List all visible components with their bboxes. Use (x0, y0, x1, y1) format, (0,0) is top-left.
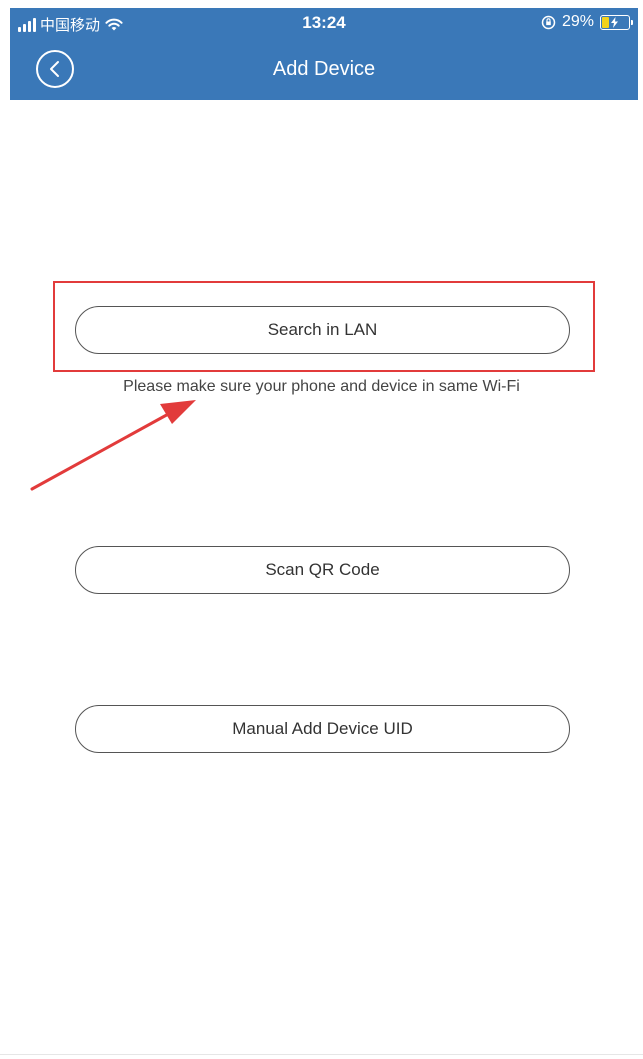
battery-cap (631, 19, 633, 25)
battery-level-fill (602, 16, 609, 28)
manual-add-uid-button[interactable]: Manual Add Device UID (75, 705, 570, 753)
nav-bar: Add Device (10, 46, 638, 94)
orientation-lock-icon (541, 15, 556, 29)
battery-percent: 29% (561, 13, 594, 30)
status-bar: 中国移动 13:24 29% (10, 8, 638, 38)
search-lan-hint: Please make sure your phone and device i… (123, 378, 520, 395)
page-title: Add Device (272, 58, 376, 80)
app-header: 中国移动 13:24 29% Add Device (10, 8, 638, 100)
charging-bolt-icon (611, 16, 618, 28)
battery-icon (600, 14, 633, 30)
scan-qr-code-button[interactable]: Scan QR Code (75, 546, 570, 594)
add-device-screen: 中国移动 13:24 29% Add Device Search in LAN … (0, 0, 643, 1059)
pointer-arrow (30, 400, 196, 491)
status-right: 29% (541, 13, 633, 31)
search-in-lan-button[interactable]: Search in LAN (75, 306, 570, 354)
bottom-divider (0, 1054, 643, 1055)
